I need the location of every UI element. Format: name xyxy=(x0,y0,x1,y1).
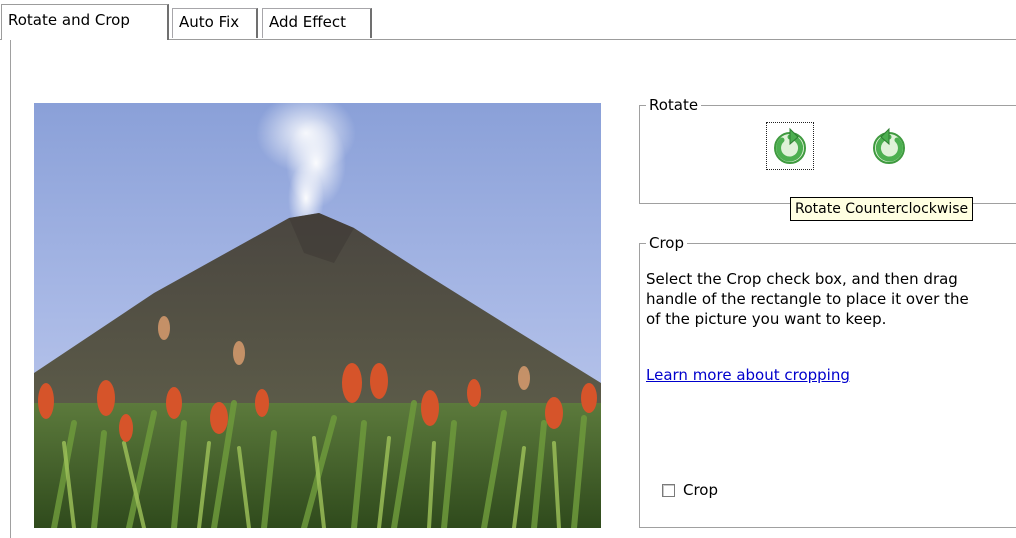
tab-rotate-and-crop[interactable]: Rotate and Crop xyxy=(1,4,169,40)
panel-border xyxy=(10,40,11,538)
tab-label: Auto Fix xyxy=(179,13,240,31)
crop-checkbox[interactable] xyxy=(662,483,675,497)
crop-checkbox-row[interactable]: Crop xyxy=(662,481,718,499)
rotate-tooltip: Rotate Counterclockwise xyxy=(790,197,974,221)
tab-label: Rotate and Crop xyxy=(8,11,130,29)
rotate-group: Rotate xyxy=(639,95,1016,204)
photo-preview xyxy=(34,103,601,528)
tab-strip: Rotate and Crop Auto Fix Add Effect xyxy=(0,0,1016,40)
rotate-legend: Rotate xyxy=(646,95,702,115)
rotate-clockwise-button[interactable] xyxy=(865,122,913,170)
crop-legend: Crop xyxy=(646,233,688,253)
rotate-counterclockwise-icon xyxy=(774,127,806,164)
learn-more-cropping-link[interactable]: Learn more about cropping xyxy=(646,366,850,384)
tab-add-effect[interactable]: Add Effect xyxy=(262,8,372,38)
rotate-counterclockwise-button[interactable] xyxy=(766,122,814,170)
rotate-clockwise-icon xyxy=(873,127,905,164)
crop-checkbox-label: Crop xyxy=(683,481,719,499)
tab-label: Add Effect xyxy=(269,13,346,31)
tab-auto-fix[interactable]: Auto Fix xyxy=(172,8,258,38)
crop-instructions: Select the Crop check box, and then drag… xyxy=(646,270,969,328)
